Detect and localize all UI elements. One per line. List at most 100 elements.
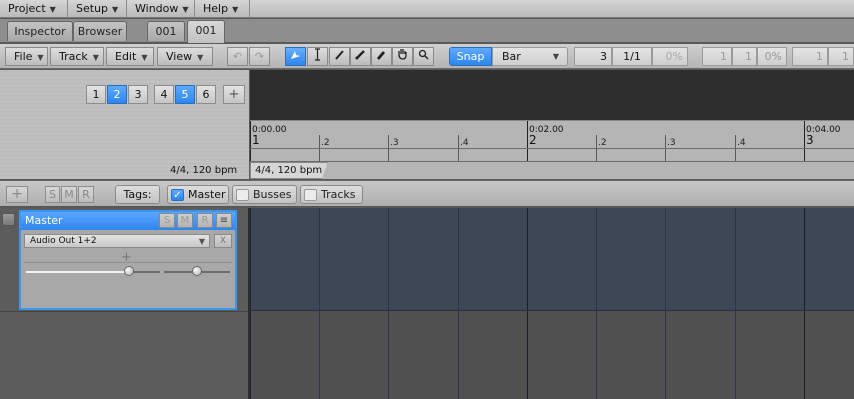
right-field-3[interactable]: 0%: [757, 47, 787, 66]
bar-grid-line: [527, 208, 528, 399]
edit-menu-button[interactable]: Edit ▼: [106, 47, 154, 66]
ibeam-tool-icon[interactable]: [307, 47, 328, 66]
sub-label: .2: [598, 138, 607, 148]
checkbox-unchecked-icon: [236, 189, 249, 201]
tab-browser[interactable]: Browser: [73, 21, 127, 41]
pencil-tool-icon[interactable]: [329, 47, 350, 66]
timeline-ruler[interactable]: 0:00.00 0:02.00 0:04.00 1 2 3 .2 .3 .4 .…: [250, 120, 854, 179]
zoom-tool-icon[interactable]: [413, 47, 434, 66]
master-mute-button[interactable]: M: [177, 213, 193, 228]
sub-label: .4: [460, 138, 469, 148]
checkbox-checked-icon: ✓: [171, 189, 184, 201]
hand-tool-icon[interactable]: [392, 47, 413, 66]
master-track-name: Master: [25, 214, 63, 227]
master-track-lane[interactable]: [250, 208, 854, 311]
record-all-button[interactable]: R: [78, 186, 94, 203]
track-label: Track: [59, 50, 88, 63]
track-menu-icon[interactable]: ≡: [216, 213, 232, 228]
tempo-marker[interactable]: 4/4, 120 bpm: [250, 162, 328, 179]
volume-slider[interactable]: [26, 266, 160, 278]
solo-all-button[interactable]: S: [45, 186, 60, 203]
position-bar-field[interactable]: 3: [574, 47, 612, 66]
tab-inspector[interactable]: Inspector: [7, 21, 73, 41]
layer-button-5[interactable]: 5: [175, 85, 195, 104]
menu-bar: Project ▼ Setup ▼ Window ▼ Help ▼: [0, 0, 854, 18]
pan-slider-knob[interactable]: [192, 266, 202, 276]
chevron-down-icon: ▼: [198, 237, 205, 246]
volume-slider-knob[interactable]: [124, 266, 135, 276]
beat-grid-line: [596, 208, 597, 399]
menu-project[interactable]: Project ▼: [0, 0, 68, 18]
tag-tracks-button[interactable]: Tracks: [300, 185, 363, 204]
right-field-5[interactable]: 1: [828, 47, 854, 66]
master-track[interactable]: Master S M R ≡ Audio Out 1+2 ▼ X +: [19, 210, 237, 310]
right-field-2[interactable]: 1: [732, 47, 757, 66]
redo-icon[interactable]: ↷: [249, 47, 270, 66]
beat-grid-line: [458, 208, 459, 399]
audio-output-value: Audio Out 1+2: [30, 236, 97, 246]
tag-tracks-label: Tracks: [321, 188, 356, 201]
add-track-button[interactable]: +: [6, 186, 28, 203]
tag-busses-button[interactable]: Busses: [232, 185, 297, 204]
right-field-4[interactable]: 1: [792, 47, 828, 66]
beat-grid-line: [665, 208, 666, 399]
right-field-1[interactable]: 1: [702, 47, 732, 66]
tab-document-1[interactable]: 001: [147, 21, 185, 41]
track-lane-divider: [250, 310, 854, 311]
layer-button-6[interactable]: 6: [196, 85, 216, 104]
tag-master-button[interactable]: ✓ Master: [167, 185, 229, 204]
insert-divider: [24, 262, 232, 263]
chevron-down-icon: ▼: [232, 5, 239, 14]
beat-grid-line: [319, 208, 320, 399]
time-signature-field[interactable]: 1/1: [612, 47, 652, 66]
tab-document-2[interactable]: 001: [187, 20, 225, 43]
snap-grid-select[interactable]: Bar ▼: [492, 47, 568, 66]
menu-window-label: Window: [135, 2, 179, 15]
snap-toggle[interactable]: Snap: [449, 47, 492, 66]
pan-slider[interactable]: [164, 266, 230, 278]
arrow-tool-icon[interactable]: [285, 47, 306, 66]
menu-help[interactable]: Help ▼: [195, 0, 250, 18]
chevron-down-icon: ▼: [49, 5, 56, 14]
file-label: File: [14, 50, 33, 63]
marker-tool-icon[interactable]: [371, 47, 392, 66]
add-layer-button[interactable]: +: [223, 85, 245, 104]
chevron-down-icon: ▼: [112, 5, 119, 14]
audio-output-select[interactable]: Audio Out 1+2 ▼: [24, 234, 210, 248]
bar-label-2: 2: [529, 133, 537, 147]
undo-icon[interactable]: ↶: [227, 47, 248, 66]
bar-grid-line: [804, 208, 805, 399]
brush-tool-icon[interactable]: [350, 47, 371, 66]
view-label: View: [166, 50, 193, 63]
layer-button-1[interactable]: 1: [86, 85, 106, 104]
master-record-button[interactable]: R: [197, 213, 213, 228]
track-divider: [0, 311, 249, 312]
chevron-down-icon: ▼: [37, 53, 44, 62]
chevron-down-icon: ▼: [552, 52, 559, 61]
arrangement-overview[interactable]: [250, 70, 854, 120]
track-select-checkbox[interactable]: [2, 213, 15, 226]
tempo-label: 4/4, 120 bpm: [170, 165, 238, 176]
beat-grid-line: [735, 208, 736, 399]
layer-button-3[interactable]: 3: [128, 85, 148, 104]
bar-grid-line: [250, 208, 251, 399]
sub-label: .2: [321, 138, 330, 148]
track-menu-button[interactable]: Track ▼: [50, 47, 104, 66]
layer-button-2[interactable]: 2: [107, 85, 127, 104]
view-menu-button[interactable]: View ▼: [157, 47, 213, 66]
empty-arrangement-area[interactable]: [250, 311, 854, 399]
sub-label: .3: [390, 138, 399, 148]
master-solo-button[interactable]: S: [159, 213, 175, 228]
mute-all-button[interactable]: M: [61, 186, 77, 203]
percent-field[interactable]: 0%: [652, 47, 688, 66]
snap-grid-value: Bar: [502, 50, 521, 63]
menu-window[interactable]: Window ▼: [127, 0, 195, 18]
ruler-divider: [250, 161, 854, 162]
file-menu-button[interactable]: File ▼: [5, 47, 48, 66]
menu-setup[interactable]: Setup ▼: [68, 0, 127, 18]
checkbox-unchecked-icon: [304, 189, 317, 201]
bar-label-3: 3: [806, 133, 814, 147]
main-toolbar: File ▼ Track ▼ Edit ▼ View ▼ ↶ ↷ Snap Bar ▼ 3…: [0, 44, 854, 69]
layer-button-4[interactable]: 4: [154, 85, 174, 104]
remove-output-button[interactable]: X: [214, 234, 232, 248]
